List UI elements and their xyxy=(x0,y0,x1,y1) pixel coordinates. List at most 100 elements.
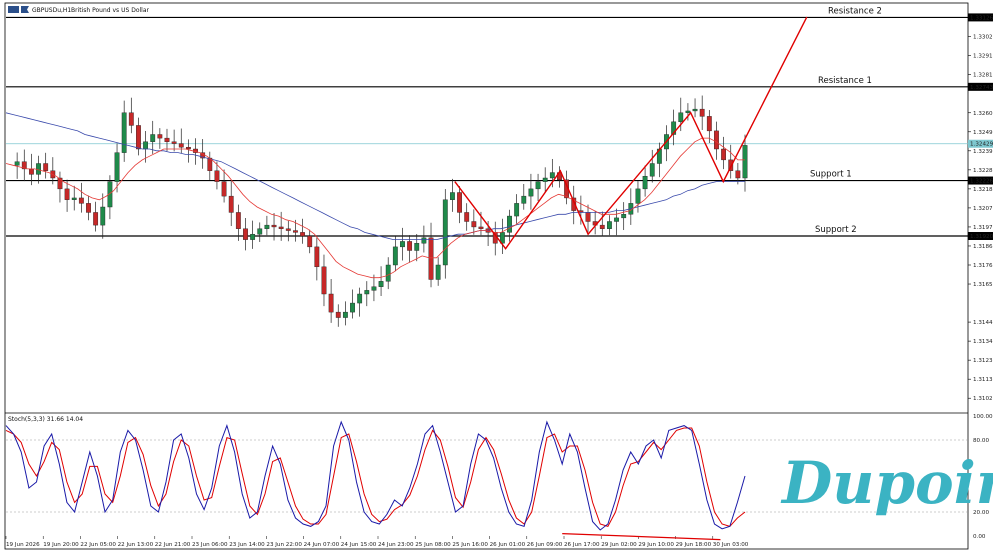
candle-bull xyxy=(678,112,684,123)
time-tick-label: 29 Jun 10:00 xyxy=(638,542,674,548)
candle-bull xyxy=(342,311,348,318)
candle-bear xyxy=(293,230,298,233)
candle-bull xyxy=(114,152,120,182)
candle-bull xyxy=(542,177,548,182)
candle-bull xyxy=(549,172,555,179)
candle-bear xyxy=(585,212,591,222)
chart-canvas[interactable]: GBPUSDu,H1 British Pound vs US Dollar 1.… xyxy=(0,0,993,554)
candle-bear xyxy=(185,146,191,150)
candle-bear xyxy=(735,170,741,179)
time-tick-label: 30 Jun 03:00 xyxy=(713,542,749,548)
level-label: Support 1 xyxy=(810,170,852,180)
chart-menu-icon[interactable] xyxy=(8,6,19,13)
time-tick-label: 24 Jun 15:00 xyxy=(341,542,377,548)
price-tick-label: 1.32390 xyxy=(973,149,993,155)
candle-bull xyxy=(36,163,41,175)
candle-bull xyxy=(442,199,448,266)
time-tick-label: 26 Jun 17:00 xyxy=(564,542,600,548)
candle-bull xyxy=(742,145,748,179)
candle-bear xyxy=(164,137,170,142)
candle-bear xyxy=(243,228,248,240)
time-tick-label: 25 Jun 16:00 xyxy=(452,542,488,548)
dupoin-logo: Dupoin xyxy=(780,449,993,517)
candle-bull xyxy=(150,134,156,142)
candle-bear xyxy=(28,168,34,175)
chart-symbol: GBPUSDu,H1 xyxy=(32,7,71,14)
candle-bear xyxy=(307,235,313,248)
time-tick-label: 24 Jun 07:00 xyxy=(304,542,340,548)
candle-bear xyxy=(706,116,712,132)
candle-bull xyxy=(649,163,655,177)
candle-bull xyxy=(450,192,455,200)
candle-bull xyxy=(692,108,698,112)
time-tick-label: 26 Jun 01:00 xyxy=(490,542,526,548)
candle-bear xyxy=(471,221,477,228)
candle-bull xyxy=(378,281,384,287)
candle-bear xyxy=(721,148,727,161)
candle-bull xyxy=(100,206,106,226)
candle-bear xyxy=(314,246,320,268)
candle-bear xyxy=(457,192,462,213)
time-tick-label: 19 Jun 20:00 xyxy=(43,542,79,548)
price-tick-label: 1.31655 xyxy=(973,282,993,288)
candle-bear xyxy=(428,237,434,280)
candle-bull xyxy=(621,214,627,219)
level-tag-label: 1.33126 xyxy=(970,15,993,21)
candle-bull xyxy=(264,224,270,229)
candle-bear xyxy=(93,212,99,226)
level-label: Resistance 2 xyxy=(828,6,882,16)
candle-bear xyxy=(478,226,484,229)
time-tick-label: 19 Jun 2026 xyxy=(6,542,40,548)
time-tick-label: 22 Jun 05:00 xyxy=(80,542,116,548)
candle xyxy=(442,189,448,279)
candle-bear xyxy=(86,203,91,213)
candle-bull xyxy=(642,175,648,190)
price-tick-label: 1.31760 xyxy=(973,263,993,269)
current-price-tag-label: 1.32429 xyxy=(970,142,993,148)
level-tag-label: 1.31920 xyxy=(970,234,993,240)
candle-bull xyxy=(121,112,127,153)
price-tick-label: 1.31025 xyxy=(973,396,993,402)
level-label: Resistance 1 xyxy=(818,76,872,86)
candle-bear xyxy=(171,141,177,144)
price-tick-label: 1.32285 xyxy=(973,168,993,174)
candle-bear xyxy=(78,197,84,204)
candle-bear xyxy=(57,177,63,190)
candle-bull xyxy=(528,188,534,197)
candle-bull xyxy=(414,243,420,251)
price-tick-label: 1.33020 xyxy=(973,35,993,41)
price-tick-label: 1.32180 xyxy=(973,187,993,193)
time-tick-label: 24 Jun 23:00 xyxy=(378,542,414,548)
price-tick-label: 1.31970 xyxy=(973,225,993,231)
candle-bull xyxy=(421,237,427,244)
candle-bear xyxy=(699,108,705,117)
candle-bear xyxy=(235,212,241,229)
candle-bear xyxy=(321,266,327,295)
time-tick-label: 23 Jun 22:00 xyxy=(266,542,302,548)
stoch-tick-label: 80.00 xyxy=(973,438,989,444)
price-tick-label: 1.32600 xyxy=(973,111,993,117)
price-tick-label: 1.32915 xyxy=(973,54,993,60)
candle-bear xyxy=(136,125,141,150)
candle-bear xyxy=(178,143,184,148)
time-tick-label: 22 Jun 13:00 xyxy=(118,542,154,548)
candle-bear xyxy=(43,163,49,171)
candle-bear xyxy=(228,195,234,213)
trading-chart-window[interactable]: GBPUSDu,H1 British Pound vs US Dollar 1.… xyxy=(0,0,993,554)
candle-bear xyxy=(599,224,605,229)
candle-bear xyxy=(335,311,341,318)
candle-bear xyxy=(285,228,291,231)
candle-bear xyxy=(128,112,134,126)
candle-bear xyxy=(464,212,470,222)
logo-wordmark: Dupoin xyxy=(780,449,993,517)
candle-bull xyxy=(371,286,377,291)
price-tick-label: 1.32810 xyxy=(973,73,993,79)
price-tick-label: 1.31340 xyxy=(973,339,993,345)
candle-bear xyxy=(214,170,220,182)
price-tick-label: 1.31130 xyxy=(973,377,993,383)
candle-bull xyxy=(435,264,441,280)
candle-bear xyxy=(278,226,284,229)
candle-bull xyxy=(364,290,370,295)
candle-bear xyxy=(300,232,305,237)
candle-bear xyxy=(64,188,70,200)
